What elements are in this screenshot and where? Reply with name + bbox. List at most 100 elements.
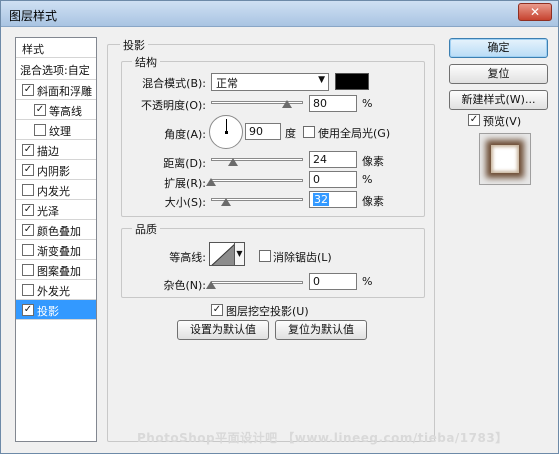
blending-options-item[interactable]: 混合选项:自定 (16, 58, 96, 80)
style-item-label: 内阴影 (37, 165, 70, 178)
style-item[interactable]: 纹理 (16, 120, 96, 140)
title-bar: 图层样式 ✕ (1, 1, 558, 27)
opacity-label: 不透明度(O): (141, 99, 206, 112)
style-item-checkbox[interactable]: ✓ (22, 164, 34, 176)
distance-slider-thumb[interactable] (228, 157, 238, 166)
distance-slider[interactable] (211, 158, 303, 161)
reset-default-button[interactable]: 复位为默认值 (275, 320, 367, 340)
distance-input[interactable]: 24 (309, 151, 357, 168)
style-item-label: 投影 (37, 305, 59, 318)
style-item-checkbox[interactable] (22, 284, 34, 296)
style-item[interactable]: ✓ 等高线 (16, 100, 96, 120)
watermark-text: PhotoShop平面设计吧 【www.lineeg.com/tieba/178… (137, 431, 508, 445)
style-item-checkbox[interactable]: ✓ (22, 224, 34, 236)
style-item-label: 渐变叠加 (37, 245, 81, 258)
preview-label[interactable]: 预览(V) (483, 113, 521, 129)
shadow-color-swatch[interactable] (335, 73, 369, 90)
spread-input[interactable]: 0 (309, 171, 357, 188)
global-light-checkbox[interactable] (303, 126, 315, 138)
angle-input[interactable]: 90 (245, 123, 281, 140)
style-item[interactable]: 渐变叠加 (16, 240, 96, 260)
style-item-label: 等高线 (49, 105, 82, 118)
distance-unit: 像素 (362, 155, 384, 168)
style-item-checkbox[interactable]: ✓ (22, 144, 34, 156)
styles-list-header[interactable]: 样式 (16, 38, 96, 58)
style-item-label: 光泽 (37, 205, 59, 218)
style-item-checkbox[interactable]: ✓ (22, 304, 34, 316)
quality-legend: 品质 (132, 221, 160, 237)
style-item[interactable]: ✓ 描边 (16, 140, 96, 160)
style-item[interactable]: 图案叠加 (16, 260, 96, 280)
spread-label: 扩展(R): (164, 177, 206, 190)
noise-slider-thumb[interactable] (206, 280, 216, 289)
angle-dial-center (225, 131, 228, 134)
style-item[interactable]: ✓ 投影 (16, 300, 96, 320)
style-item[interactable]: ✓ 内阴影 (16, 160, 96, 180)
anti-alias-checkbox[interactable] (259, 250, 271, 262)
close-button[interactable]: ✕ (518, 3, 552, 21)
global-light-label[interactable]: 使用全局光(G) (318, 125, 390, 141)
style-item-checkbox[interactable]: ✓ (22, 204, 34, 216)
noise-label: 杂色(N): (163, 279, 206, 292)
preview-checkbox[interactable]: ✓ (468, 114, 480, 126)
style-item-label: 外发光 (37, 285, 70, 298)
contour-curve-icon (211, 244, 234, 265)
size-slider-thumb[interactable] (221, 197, 231, 206)
preview-swatch (491, 145, 519, 173)
blend-mode-label: 混合模式(B): (142, 77, 206, 90)
angle-label: 角度(A): (164, 128, 206, 141)
style-item-label: 颜色叠加 (37, 225, 81, 238)
styles-list: 样式 混合选项:自定 ✓ 斜面和浮雕 ✓ 等高线 纹理 ✓ 描边 ✓ 内阴影 内发光 ✓ 光泽 ✓ 颜色叠… (15, 37, 97, 442)
make-default-button[interactable]: 设置为默认值 (177, 320, 269, 340)
spread-slider[interactable] (211, 179, 303, 182)
style-item-label: 图案叠加 (37, 265, 81, 278)
spread-slider-thumb[interactable] (206, 177, 216, 186)
spread-unit: % (362, 173, 373, 186)
noise-input[interactable]: 0 (309, 273, 357, 290)
style-item[interactable]: ✓ 光泽 (16, 200, 96, 220)
style-item-label: 纹理 (49, 125, 71, 138)
contour-dropdown-arrow[interactable]: ▼ (235, 242, 245, 266)
style-item-label: 描边 (37, 145, 59, 158)
knockout-checkbox[interactable]: ✓ (211, 304, 223, 316)
knockout-label[interactable]: 图层挖空投影(U) (226, 303, 309, 319)
style-item[interactable]: 内发光 (16, 180, 96, 200)
opacity-input[interactable]: 80 (309, 95, 357, 112)
size-unit: 像素 (362, 195, 384, 208)
chevron-down-icon: ▼ (318, 75, 325, 85)
style-item-checkbox[interactable] (34, 124, 46, 136)
size-input[interactable]: 32 (309, 191, 357, 208)
contour-picker[interactable] (209, 242, 235, 266)
window-title: 图层样式 (9, 9, 58, 23)
blend-mode-value: 正常 (216, 77, 238, 90)
anti-alias-label[interactable]: 消除锯齿(L) (273, 249, 332, 265)
size-input-value: 32 (313, 193, 329, 206)
style-item-checkbox[interactable]: ✓ (34, 104, 46, 116)
style-item-checkbox[interactable]: ✓ (22, 84, 34, 96)
style-item-checkbox[interactable] (22, 264, 34, 276)
style-item-label: 内发光 (37, 185, 70, 198)
angle-dial[interactable] (209, 115, 243, 149)
angle-unit: 度 (285, 127, 296, 140)
new-style-button[interactable]: 新建样式(W)... (449, 90, 548, 110)
style-item-checkbox[interactable] (22, 184, 34, 196)
style-preview-thumbnail (479, 133, 531, 185)
structure-legend: 结构 (132, 54, 160, 70)
blend-mode-select[interactable]: 正常 ▼ (211, 73, 329, 91)
ok-button[interactable]: 确定 (449, 38, 548, 58)
layer-style-dialog: 图层样式 ✕ 样式 混合选项:自定 ✓ 斜面和浮雕 ✓ 等高线 纹理 ✓ 描边 ✓ 内阴影 内发光… (0, 0, 559, 454)
style-item[interactable]: ✓ 斜面和浮雕 (16, 80, 96, 100)
style-item-label: 斜面和浮雕 (37, 85, 92, 98)
opacity-unit: % (362, 97, 373, 110)
distance-label: 距离(D): (163, 157, 206, 170)
noise-unit: % (362, 275, 373, 288)
style-item[interactable]: 外发光 (16, 280, 96, 300)
drop-shadow-title: 投影 (120, 37, 148, 53)
noise-slider[interactable] (211, 281, 303, 284)
size-label: 大小(S): (164, 196, 206, 209)
style-item-checkbox[interactable] (22, 244, 34, 256)
opacity-slider-thumb[interactable] (282, 99, 292, 108)
reset-button[interactable]: 复位 (449, 64, 548, 84)
contour-label: 等高线: (169, 251, 206, 264)
style-item[interactable]: ✓ 颜色叠加 (16, 220, 96, 240)
